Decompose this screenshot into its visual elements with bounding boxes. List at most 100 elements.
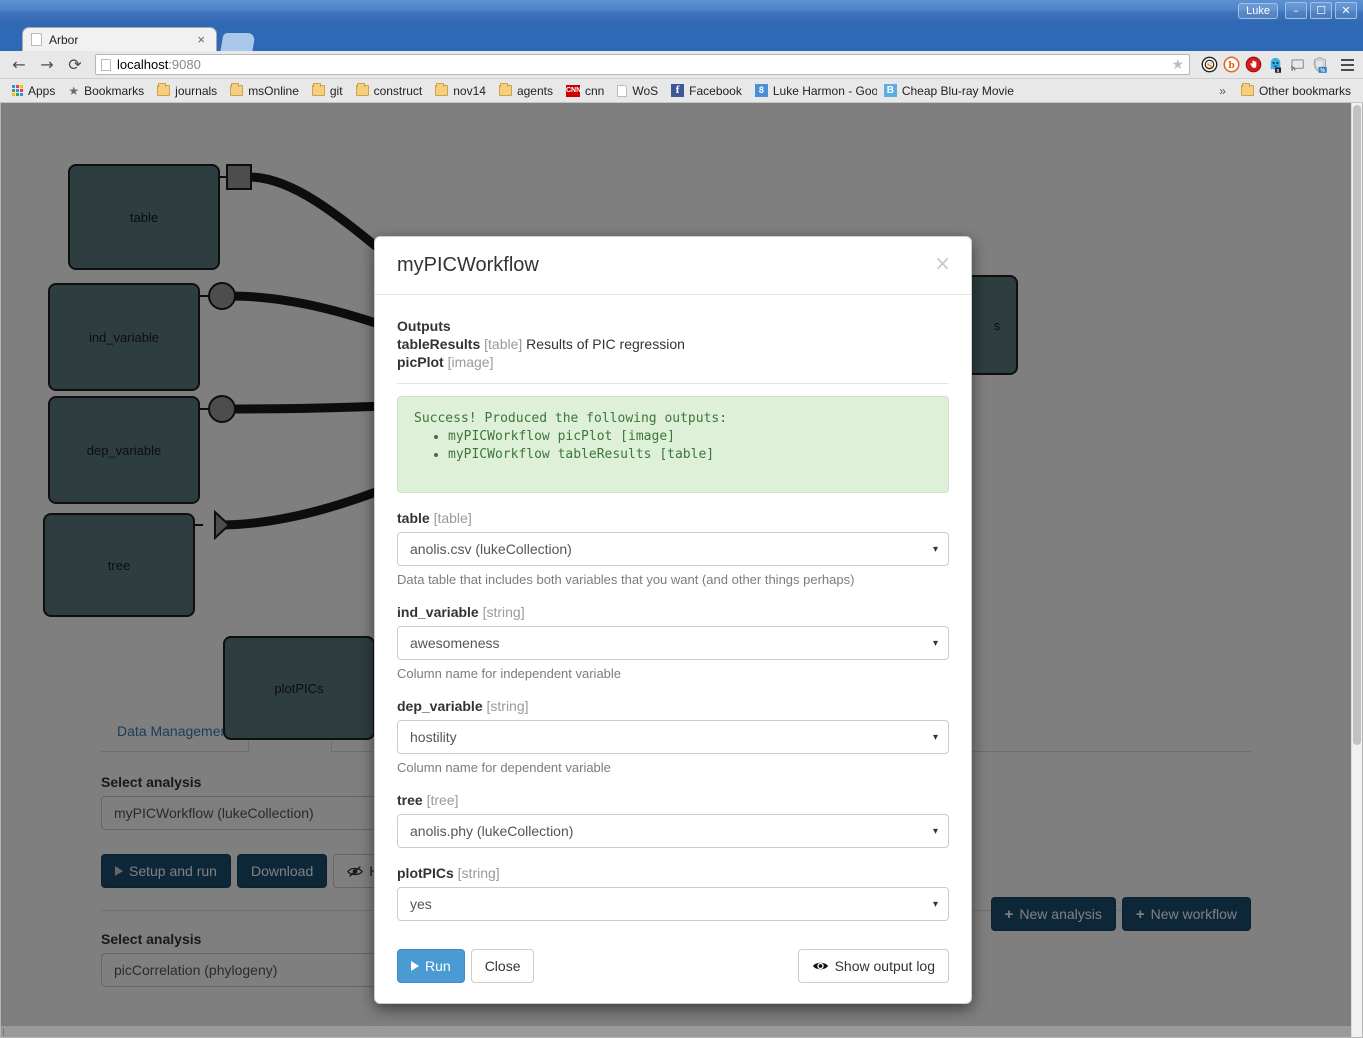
modal-header: myPICWorkflow ×	[375, 237, 971, 295]
extension-s-icon[interactable]: S	[1201, 56, 1218, 73]
bookmark-agents[interactable]: agents	[493, 82, 559, 100]
new-tab-button[interactable]	[220, 33, 256, 51]
browser-toolbar: ← → ⟳ localhost:9080 ★ S b 0 %	[0, 51, 1363, 79]
shield-extension-icon[interactable]: %	[1311, 56, 1328, 73]
show-output-log-button[interactable]: Show output log	[797, 949, 949, 983]
bookmark-label: nov14	[453, 83, 486, 98]
chevron-down-icon: ▾	[932, 731, 938, 743]
field-type: [string]	[486, 698, 529, 714]
bookmark-cnn[interactable]: CNN cnn	[560, 82, 610, 100]
field-name: table	[397, 510, 430, 526]
adblock-stop-icon[interactable]	[1245, 56, 1262, 73]
cast-icon[interactable]	[1289, 56, 1306, 73]
bookmark-journals[interactable]: journals	[151, 82, 223, 100]
dep-variable-select-value: hostility	[410, 729, 457, 745]
tree-select-value: anolis.phy (lukeCollection)	[410, 823, 574, 839]
field-plotpics: plotPICs [string] yes ▾	[397, 865, 949, 921]
show-output-log-label: Show output log	[834, 958, 935, 974]
modal-footer: Run Close Show output log	[375, 949, 971, 1003]
field-label: ind_variable [string]	[397, 604, 949, 620]
modal-body: Outputs tableResults [table] Results of …	[375, 295, 971, 949]
modal-divider	[397, 383, 949, 384]
svg-text:%: %	[1320, 68, 1325, 73]
ind-variable-select-value: awesomeness	[410, 635, 500, 651]
bookmark-luke-harmon[interactable]: 8 Luke Harmon - Googl	[749, 82, 877, 100]
folder-icon	[311, 83, 325, 96]
close-label: Close	[484, 958, 521, 974]
bookmarks-overflow-icon[interactable]: »	[1211, 84, 1234, 98]
bookmark-bluray[interactable]: B Cheap Blu-ray Movie	[878, 82, 1020, 100]
folder-icon	[435, 83, 449, 96]
field-label: plotPICs [string]	[397, 865, 949, 881]
google-icon: 8	[754, 84, 768, 97]
bookmark-msonline[interactable]: msOnline	[224, 82, 305, 100]
profile-name-button[interactable]: Luke	[1238, 2, 1278, 19]
ind-variable-select[interactable]: awesomeness ▾	[397, 626, 949, 660]
field-type: [table]	[433, 510, 472, 526]
bookmark-label: WoS	[632, 83, 659, 98]
bookmark-bookmarks[interactable]: ★ Bookmarks	[62, 82, 150, 100]
forward-icon[interactable]: →	[34, 53, 60, 77]
folder-icon	[498, 83, 512, 96]
bookmark-facebook[interactable]: f Facebook	[665, 82, 748, 100]
ghostery-icon[interactable]: 0	[1267, 56, 1284, 73]
bookmark-label: Bookmarks	[84, 83, 145, 98]
run-button[interactable]: Run	[397, 949, 465, 983]
output-name: tableResults	[397, 336, 481, 352]
success-alert: Success! Produced the following outputs:…	[397, 396, 949, 493]
output-type: [image]	[447, 354, 494, 370]
field-type: [string]	[457, 865, 500, 881]
page-viewport: table ind_variable dep_variable tree plo…	[0, 103, 1363, 1038]
page-icon	[31, 33, 42, 46]
field-tree: tree [tree] anolis.phy (lukeCollection) …	[397, 792, 949, 848]
bookmark-wos[interactable]: WoS	[611, 82, 664, 100]
vertical-scrollbar[interactable]	[1351, 103, 1362, 1037]
extension-icons: S b 0 %	[1197, 55, 1357, 75]
field-dep-variable: dep_variable [string] hostility ▾ Column…	[397, 698, 949, 775]
field-help: Data table that includes both variables …	[397, 572, 855, 587]
dep-variable-select[interactable]: hostility ▾	[397, 720, 949, 754]
bookmark-git[interactable]: git	[306, 82, 349, 100]
field-label: table [table]	[397, 510, 949, 526]
output-desc: Results of PIC regression	[526, 336, 685, 352]
chevron-down-icon: ▾	[932, 825, 938, 837]
close-button[interactable]: Close	[470, 949, 535, 983]
bookmark-construct[interactable]: construct	[350, 82, 429, 100]
close-icon[interactable]: ×	[194, 32, 208, 47]
reload-icon[interactable]: ⟳	[62, 53, 88, 77]
bookmark-nov14[interactable]: nov14	[429, 82, 492, 100]
svg-text:b: b	[1228, 60, 1235, 71]
close-window-button[interactable]: ✕	[1335, 2, 1357, 19]
window-controls: Luke – ☐ ✕	[1238, 2, 1357, 19]
extension-b-icon[interactable]: b	[1223, 56, 1240, 73]
maximize-button[interactable]: ☐	[1310, 2, 1332, 19]
table-select[interactable]: anolis.csv (lukeCollection) ▾	[397, 532, 949, 566]
svg-text:S: S	[1207, 61, 1213, 70]
folder-icon	[1240, 83, 1254, 96]
field-type: [tree]	[426, 792, 459, 808]
browser-tab-label: Arbor	[49, 32, 79, 47]
play-icon	[411, 961, 419, 971]
back-icon[interactable]: ←	[6, 53, 32, 77]
horizontal-scrollbar[interactable]	[1, 1026, 1351, 1037]
bookmark-apps[interactable]: Apps	[6, 82, 61, 100]
chrome-menu-icon[interactable]	[1337, 55, 1357, 75]
alert-item: myPICWorkflow tableResults [table]	[448, 447, 932, 462]
eye-icon	[812, 962, 828, 970]
other-bookmarks-label: Other bookmarks	[1258, 83, 1351, 98]
close-icon[interactable]: ×	[934, 253, 951, 273]
bookmark-star-icon[interactable]: ★	[1171, 56, 1184, 73]
vertical-scroll-thumb[interactable]	[1353, 105, 1361, 745]
chevron-down-icon: ▾	[932, 637, 938, 649]
field-name: plotPICs	[397, 865, 454, 881]
horizontal-scroll-thumb[interactable]	[3, 1028, 4, 1036]
output-row-picplot: picPlot [image]	[397, 354, 949, 370]
plotpics-select[interactable]: yes ▾	[397, 887, 949, 921]
folder-icon	[157, 83, 171, 96]
browser-tab-arbor[interactable]: Arbor ×	[22, 27, 217, 51]
other-bookmarks-folder[interactable]: Other bookmarks	[1235, 82, 1357, 100]
field-help: Column name for independent variable	[397, 666, 622, 681]
tree-select[interactable]: anolis.phy (lukeCollection) ▾	[397, 814, 949, 848]
minimize-button[interactable]: –	[1285, 2, 1307, 19]
address-bar[interactable]: localhost:9080 ★	[95, 54, 1190, 75]
